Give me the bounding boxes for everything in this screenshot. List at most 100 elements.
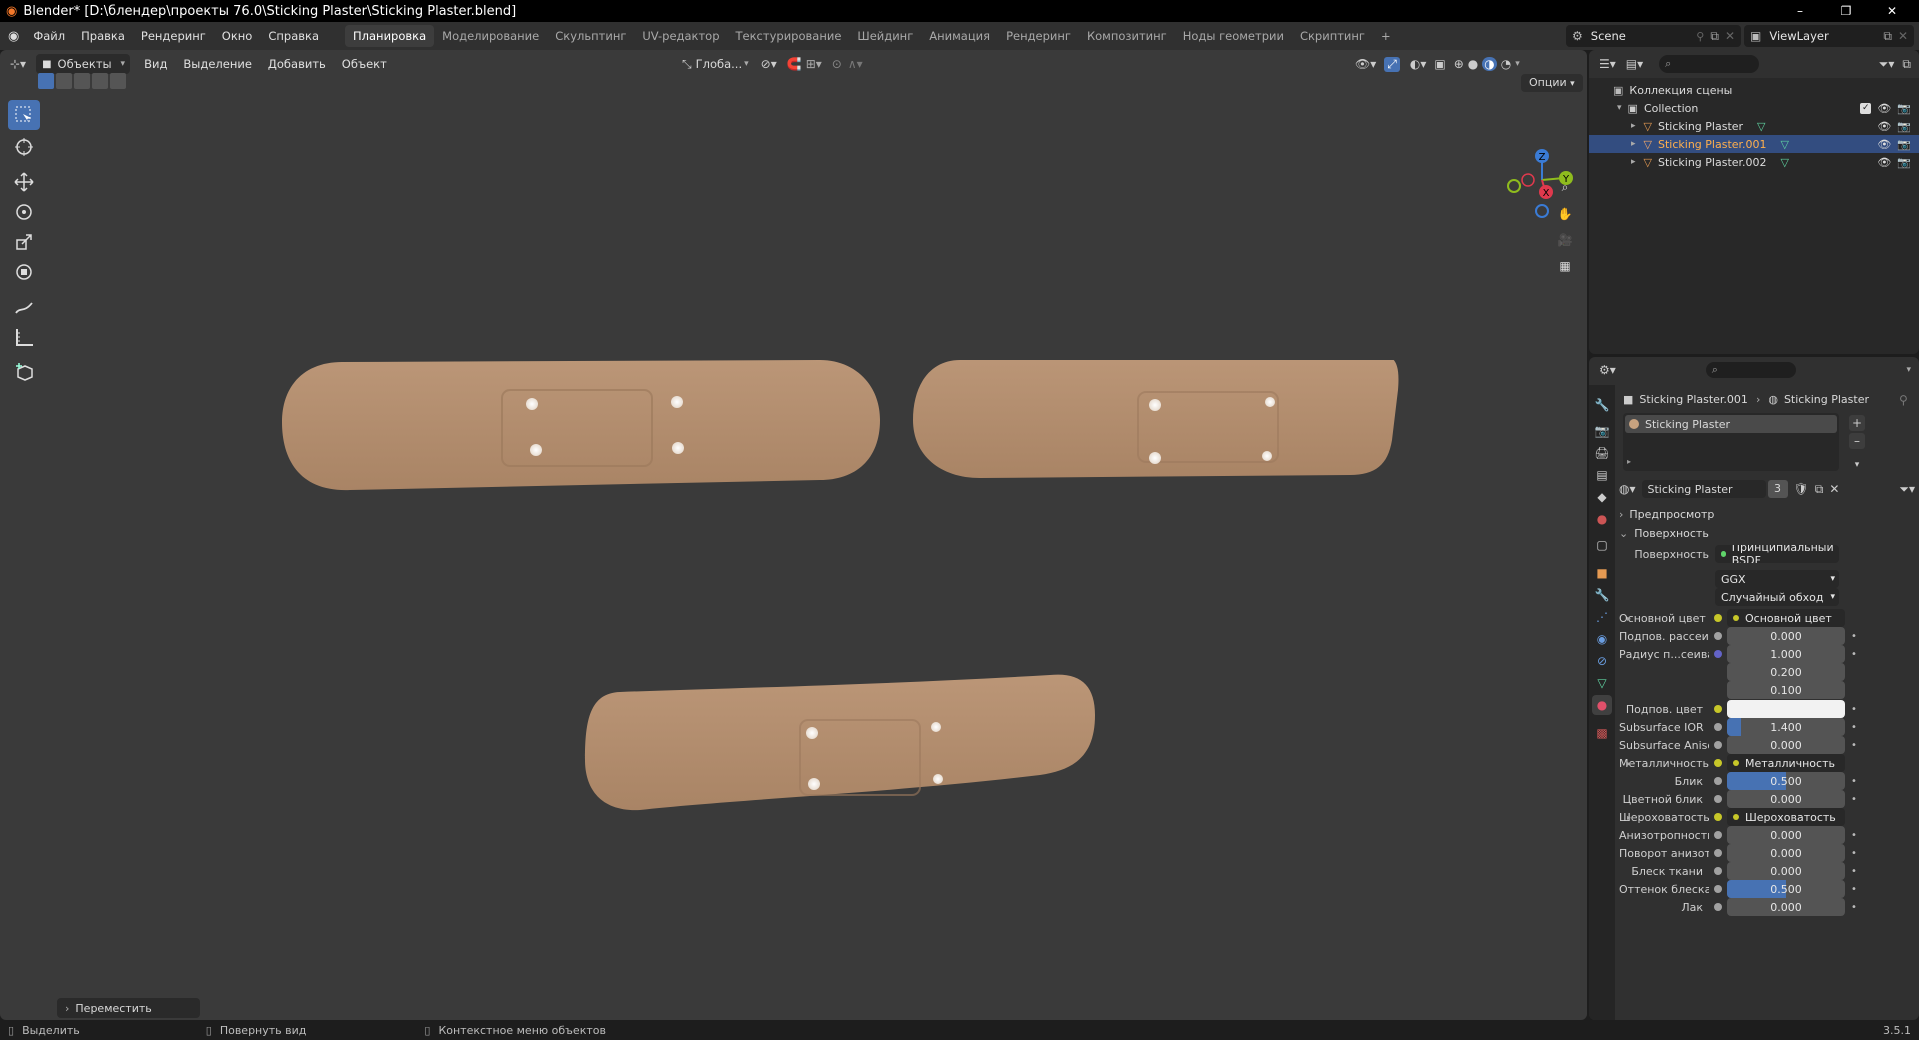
new-collection-icon[interactable]: ⧉ (1902, 57, 1911, 72)
select-box-tool[interactable] (8, 100, 40, 130)
keyframe-dot-icon[interactable]: • (1851, 740, 1857, 751)
menu-add[interactable]: Добавить (260, 57, 334, 71)
physics-tab-icon[interactable]: ◉ (1592, 629, 1612, 649)
properties-search-input[interactable]: ⌕ (1705, 362, 1796, 378)
view-layer-selector[interactable]: ▣ ViewLayer ⧉ ✕ (1744, 25, 1914, 47)
add-cube-tool[interactable] (8, 357, 40, 387)
display-mode-icon[interactable]: ▤▾ (1626, 57, 1643, 71)
collection-tab-icon[interactable]: ▢ (1592, 535, 1612, 555)
socket-icon[interactable] (1714, 777, 1722, 785)
menu-render[interactable]: Рендеринг (133, 22, 214, 50)
camera-icon[interactable]: 📷 (1897, 102, 1911, 115)
select-intersect-icon[interactable] (110, 73, 126, 89)
expand-arrow-icon[interactable]: ▸ (1631, 157, 1636, 167)
data-tab-icon[interactable]: ▽ (1592, 673, 1612, 693)
navigation-gizmo[interactable]: Z Y X (1496, 98, 1576, 218)
socket-icon[interactable] (1714, 705, 1722, 713)
exclude-checkbox[interactable]: ✓ (1860, 102, 1872, 114)
socket-icon[interactable] (1714, 867, 1722, 875)
bsdf-value-field[interactable]: 0.200 (1727, 663, 1845, 681)
3d-viewport[interactable]: ⊹▾ ■ Объекты ▾ Вид Выделение Добавить Об… (0, 50, 1587, 1020)
close-window-button[interactable]: ✕ (1869, 0, 1915, 22)
material-shading-icon[interactable]: ◑ (1482, 57, 1497, 71)
bsdf-value-field[interactable]: 1.400 (1727, 718, 1845, 736)
mesh-data-icon[interactable]: ▽ (1781, 138, 1789, 151)
view-layer-tab-icon[interactable]: ▤ (1592, 465, 1612, 485)
eye-icon[interactable]: 👁 (1877, 120, 1891, 133)
tab-uv-editing[interactable]: UV-редактор (634, 25, 727, 47)
minimize-button[interactable]: – (1777, 0, 1823, 22)
mesh-data-icon[interactable]: ▽ (1757, 120, 1765, 133)
expand-arrow-icon[interactable]: ▸ (1627, 759, 1631, 768)
menu-object[interactable]: Объект (334, 57, 395, 71)
keyframe-dot-icon[interactable]: • (1851, 794, 1857, 805)
tab-compositing[interactable]: Композитинг (1079, 25, 1175, 47)
expand-arrow-icon[interactable]: ▸ (1627, 614, 1631, 623)
socket-icon[interactable] (1714, 831, 1722, 839)
socket-icon[interactable] (1714, 614, 1722, 622)
tool-tab-icon[interactable]: 🔧 (1592, 395, 1612, 415)
bsdf-value-field[interactable]: 0.000 (1727, 844, 1845, 862)
outliner-collection[interactable]: ▾ ▣ Collection ✓ 👁 📷 (1589, 99, 1919, 117)
keyframe-dot-icon[interactable]: • (1851, 902, 1857, 913)
last-operator-panel[interactable]: › Переместить (57, 998, 200, 1018)
eye-icon[interactable]: 👁 (1877, 102, 1891, 115)
render-tab-icon[interactable]: 📷 (1592, 421, 1612, 441)
add-workspace-button[interactable]: + (1373, 25, 1399, 47)
keyframe-dot-icon[interactable]: • (1851, 776, 1857, 787)
tab-geometry-nodes[interactable]: Ноды геометрии (1175, 25, 1292, 47)
tab-layout[interactable]: Планировка (345, 25, 435, 47)
select-subtract-icon[interactable] (74, 73, 90, 89)
constraints-tab-icon[interactable]: ⊘ (1592, 651, 1612, 671)
outliner-search-input[interactable]: ⌕ (1659, 55, 1760, 73)
orientation-selector[interactable]: Глоба... (696, 57, 743, 71)
menu-window[interactable]: Окно (214, 22, 261, 50)
bsdf-value-field[interactable]: 0.500 (1727, 772, 1845, 790)
socket-icon[interactable] (1714, 885, 1722, 893)
bsdf-value-field[interactable]: 0.000 (1727, 898, 1845, 916)
new-scene-icon[interactable]: ⧉ (1710, 29, 1719, 44)
menu-edit[interactable]: Правка (73, 22, 133, 50)
remove-slot-button[interactable]: – (1849, 433, 1865, 449)
socket-icon[interactable] (1714, 741, 1722, 749)
particles-tab-icon[interactable]: ⋰ (1592, 607, 1612, 627)
keyframe-dot-icon[interactable]: • (1851, 704, 1857, 715)
tab-sculpting[interactable]: Скульптинг (547, 25, 634, 47)
tab-animation[interactable]: Анимация (921, 25, 998, 47)
expand-arrow-icon[interactable]: ▸ (1631, 121, 1636, 131)
subsurface-color-swatch[interactable] (1727, 700, 1845, 718)
bsdf-value-field[interactable]: 0.000 (1727, 790, 1845, 808)
expand-arrow-icon[interactable]: ▸ (1627, 813, 1631, 822)
expand-arrow-icon[interactable]: ▸ (1627, 457, 1631, 466)
pivot-icon[interactable]: ⊘▾ (761, 57, 777, 71)
tab-texture-paint[interactable]: Текстурирование (728, 25, 850, 47)
bsdf-value-field[interactable]: 0.000 (1727, 627, 1845, 645)
camera-icon[interactable]: 📷 (1897, 120, 1911, 133)
modifiers-tab-icon[interactable]: 🔧 (1592, 585, 1612, 605)
tab-rendering[interactable]: Рендеринг (998, 25, 1079, 47)
menu-help[interactable]: Справка (260, 22, 327, 50)
measure-tool[interactable] (8, 322, 40, 352)
zoom-icon[interactable]: ⌕ (1552, 174, 1578, 200)
proportional-edit-icon[interactable]: ⊙ (832, 57, 842, 71)
ortho-toggle-icon[interactable]: ▦ (1552, 253, 1578, 279)
distribution-dropdown[interactable]: GGX ▾ (1715, 570, 1839, 588)
surface-panel-header[interactable]: ⌄ Поверхность (1619, 524, 1915, 542)
expand-arrow-icon[interactable]: ▸ (1631, 139, 1636, 149)
editor-type-icon[interactable]: ⊹▾ (10, 57, 26, 71)
surface-shader-field[interactable]: Принципиальный BSDF (1715, 545, 1839, 563)
transform-tool[interactable] (8, 257, 40, 287)
socket-icon[interactable] (1714, 903, 1722, 911)
material-slot-item[interactable]: Sticking Plaster (1625, 415, 1837, 433)
tab-shading[interactable]: Шейдинг (849, 25, 921, 47)
pin-icon[interactable]: ⚲ (1899, 393, 1908, 407)
tab-scripting[interactable]: Скриптинг (1292, 25, 1373, 47)
menu-view[interactable]: Вид (136, 57, 175, 71)
socket-icon[interactable] (1714, 813, 1722, 821)
preview-panel-header[interactable]: › Предпросмотр (1619, 505, 1915, 523)
delete-scene-icon[interactable]: ✕ (1725, 29, 1735, 43)
outliner-item-sticking-plaster[interactable]: ▸ ▽ Sticking Plaster ▽ 👁 📷 (1589, 117, 1919, 135)
solid-shading-icon[interactable]: ● (1468, 57, 1478, 71)
texture-tab-icon[interactable]: ▩ (1592, 723, 1612, 743)
fake-user-icon[interactable]: 🛡 (1794, 482, 1809, 496)
